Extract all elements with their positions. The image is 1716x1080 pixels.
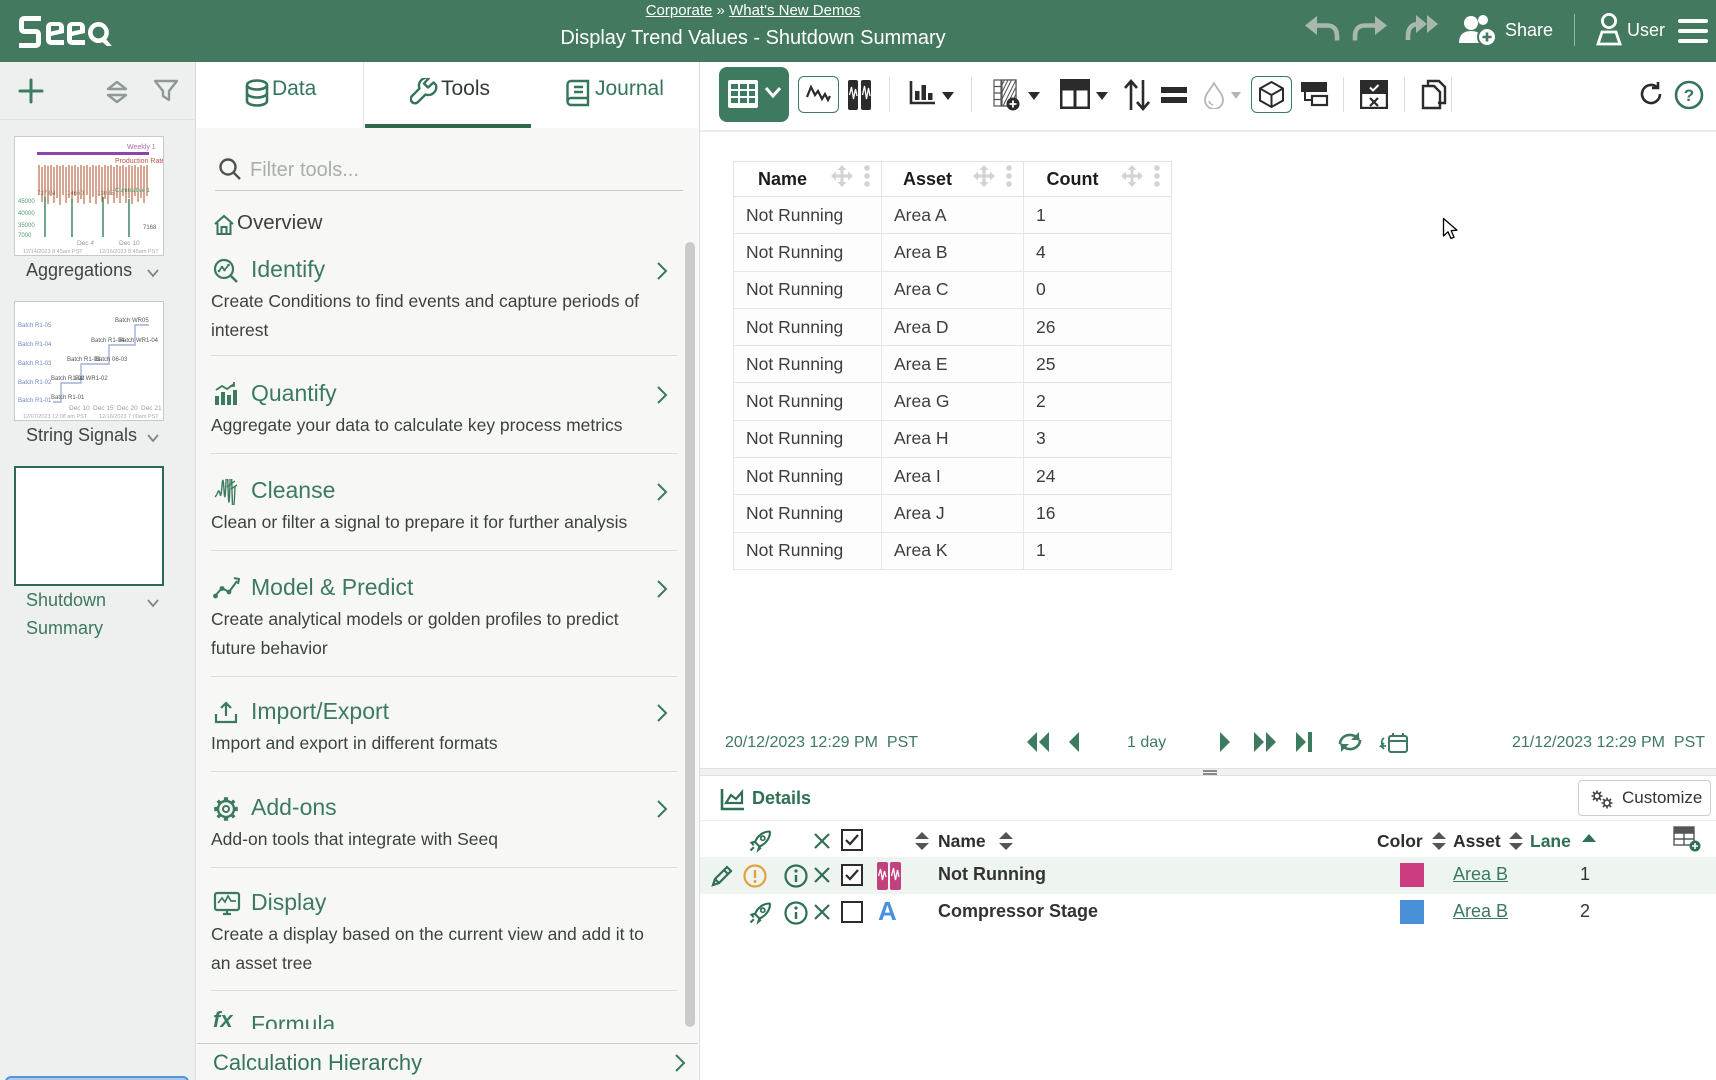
svg-text:Dec 10: Dec 10 [119, 240, 140, 247]
svg-text:Batch R1-01: Batch R1-01 [51, 395, 85, 401]
svg-text:14660: 14660 [67, 191, 84, 197]
svg-text:Batch WR1-04: Batch WR1-04 [119, 338, 159, 344]
svg-text:Batch R1-02: Batch R1-02 [18, 380, 52, 386]
svg-text:Dec 15: Dec 15 [93, 405, 114, 412]
svg-text:Bat WR1-02: Bat WR1-02 [75, 376, 108, 382]
svg-text:Dec 21: Dec 21 [141, 405, 162, 412]
svg-text:Dec 10: Dec 10 [69, 405, 90, 412]
svg-text:35000: 35000 [18, 223, 35, 229]
svg-text:Cumulative 1: Cumulative 1 [115, 188, 151, 194]
svg-text:?: ? [1684, 86, 1694, 105]
svg-text:45000: 45000 [18, 199, 35, 205]
svg-text:Dec 4: Dec 4 [77, 240, 94, 247]
svg-text:Batch WR05: Batch WR05 [115, 318, 149, 324]
svg-text:12/07/2023 12:08 am PST: 12/07/2023 12:08 am PST [23, 414, 88, 420]
svg-text:12/16/2023 7:00am PST: 12/16/2023 7:00am PST [99, 414, 159, 420]
svg-text:Batch R1-01: Batch R1-01 [18, 398, 52, 404]
svg-text:Batch R1-03: Batch R1-03 [18, 361, 52, 367]
svg-text:7168: 7168 [143, 225, 157, 231]
svg-text:Batch R1-05: Batch R1-05 [18, 323, 52, 329]
svg-text:Weekly 1: Weekly 1 [127, 144, 156, 151]
svg-text:13035: 13035 [97, 191, 114, 197]
svg-text:Production Rate: Production Rate [115, 158, 163, 165]
svg-text:7373M: 7373M [37, 191, 55, 197]
svg-text:Batch R1-04: Batch R1-04 [18, 342, 52, 348]
svg-text:40000: 40000 [18, 211, 35, 217]
svg-text:7000: 7000 [18, 233, 32, 239]
svg-text:12/16/2023 8:45am PST: 12/16/2023 8:45am PST [99, 249, 159, 255]
svg-text:Dec 20: Dec 20 [117, 405, 138, 412]
svg-text:12/14/2023 8:45am PST: 12/14/2023 8:45am PST [23, 249, 83, 255]
svg-text:Batch 06-03: Batch 06-03 [95, 357, 128, 363]
